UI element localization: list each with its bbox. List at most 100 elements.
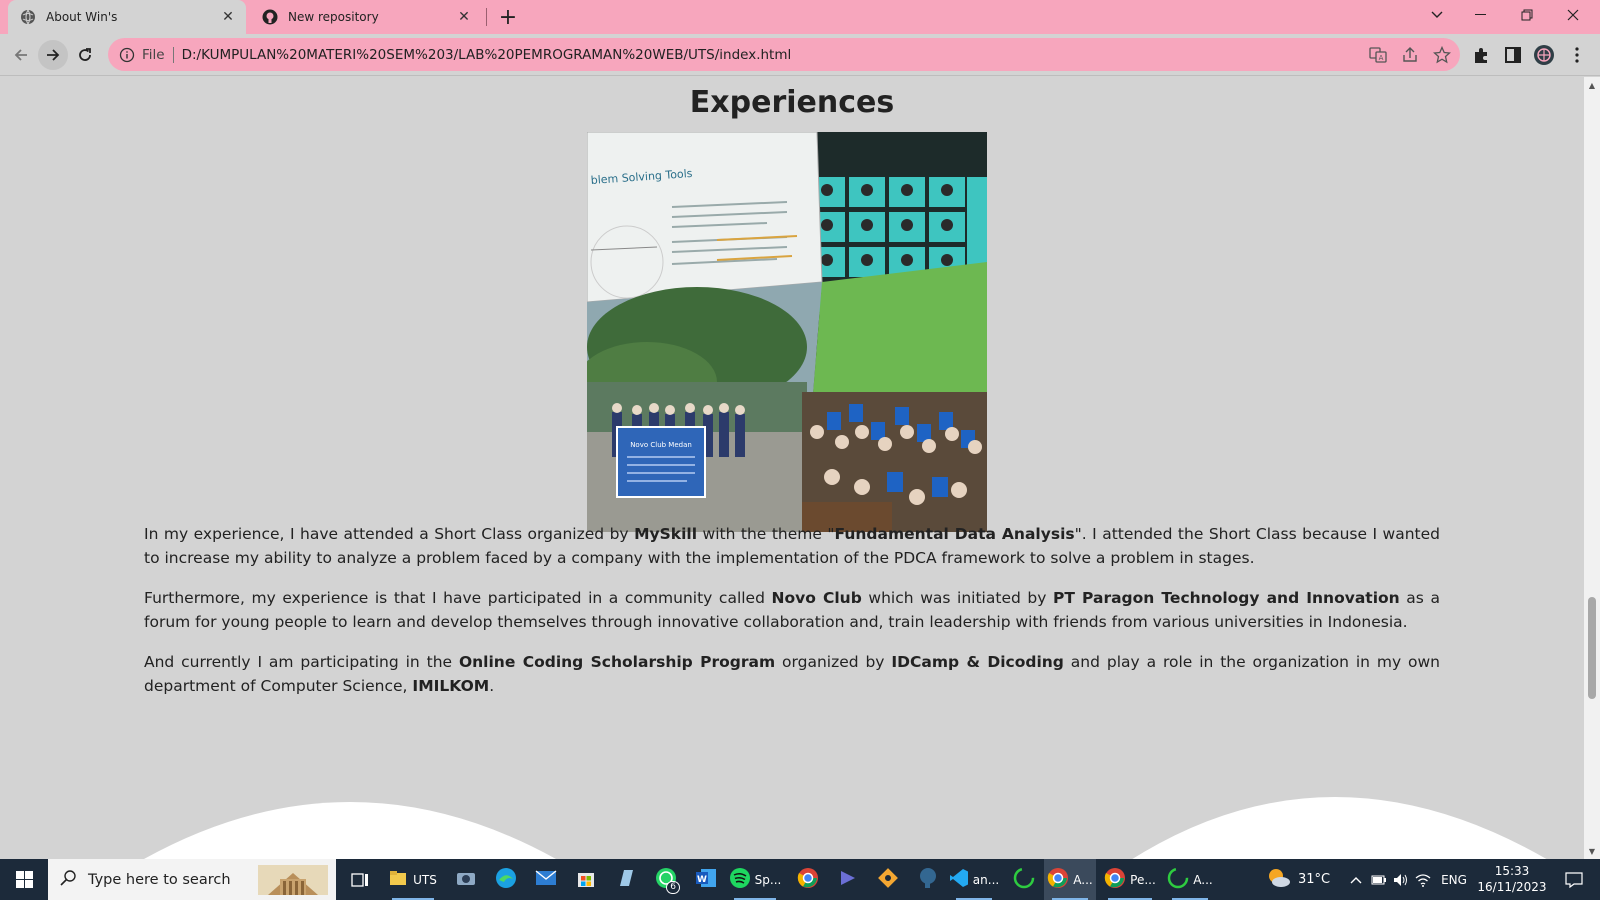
experiences-collage-image: blem Solving Tools Novo Club Medan [587,132,987,532]
github-icon [262,9,278,25]
page-viewport: Experiences blem Solving Tools Novo Club… [0,77,1584,859]
taskbar-app-mail[interactable] [526,859,566,900]
tab-separator [486,8,487,26]
new-tab-button[interactable]: + [496,5,520,30]
taskbar-app-generic[interactable] [828,859,868,900]
taskbar-app-uts-folder[interactable]: UTS [384,859,442,900]
camera-icon [456,870,476,889]
taskbar-app-chrome[interactable] [788,859,828,900]
taskbar-app-chrome-pe[interactable]: Pe... [1100,859,1160,900]
tab-search-chevron-icon[interactable] [1414,0,1460,30]
close-tab-icon[interactable]: ✕ [218,7,238,27]
scroll-up-icon[interactable]: ▲ [1588,81,1596,90]
kebab-menu-icon[interactable] [1566,44,1588,66]
word-icon: W [695,868,717,891]
bold-myskill: MySkill [634,525,698,543]
edge-icon [495,867,517,892]
whatsapp-badge: 6 [666,881,680,894]
decorative-waves [144,797,1547,859]
close-tab-icon[interactable]: ✕ [454,7,474,27]
weather-sun-cloud-icon [1266,867,1292,892]
tab-about-wins[interactable]: About Win's ✕ [8,0,246,34]
bookmark-star-icon[interactable] [1432,45,1452,65]
taskbar-app-loading-a[interactable]: A... [1164,859,1216,900]
taskbar-app-vscode[interactable]: an... [948,859,1000,900]
browser-toolbar: File D:/KUMPULAN%20MATERI%20SEM%203/LAB%… [0,34,1600,76]
windows-taskbar: Type here to search UTS 6 W Sp... an... … [0,859,1600,900]
volume-icon[interactable] [1390,859,1412,900]
store-icon [576,868,596,891]
clock-time: 15:33 [1494,864,1530,878]
paragraph-novo-club: Furthermore, my experience is that I hav… [144,589,1440,631]
loading-icon [1167,867,1189,892]
tab-strip: About Win's ✕ New repository ✕ + [0,0,1600,34]
tab-title: New repository [288,10,379,24]
side-panel-icon[interactable] [1502,44,1524,66]
page-scrollbar[interactable]: ▲ ▼ [1584,77,1600,859]
taskbar-app-spotify[interactable]: Sp... [726,859,784,900]
taskbar-app-edge[interactable] [486,859,526,900]
loading-icon [1013,867,1035,892]
translate-icon[interactable]: A [1368,45,1388,65]
search-highlight-icon [258,865,328,899]
back-button[interactable] [6,40,36,70]
taskbar-app-chrome-active[interactable]: A... [1044,859,1096,900]
close-window-button[interactable] [1550,0,1596,30]
url-scheme-label: File [142,46,165,63]
globe-icon [20,9,36,25]
taskbar-app-loading[interactable] [1004,859,1044,900]
paragraph-idcamp: And currently I am participating in the … [144,653,1441,695]
chrome-icon [1104,867,1126,892]
app-icon [838,868,858,891]
clock-date: 16/11/2023 [1477,880,1547,894]
weather-widget[interactable]: 31°C [1256,859,1340,900]
taskbar-app-git[interactable] [868,859,908,900]
scroll-down-icon[interactable]: ▼ [1588,847,1596,856]
battery-icon[interactable] [1368,859,1390,900]
bold-imilkom: IMILKOM [412,677,490,695]
section-title-experiences: Experiences [689,85,895,120]
tab-new-repository[interactable]: New repository ✕ [250,0,482,34]
profile-avatar-icon[interactable] [1533,44,1555,66]
url-text[interactable]: D:/KUMPULAN%20MATERI%20SEM%203/LAB%20PEM… [182,47,792,63]
chrome-icon [797,867,819,892]
bold-idcamp: IDCamp & Dicoding [891,653,1064,671]
reload-button[interactable] [70,40,100,70]
restore-button[interactable] [1504,0,1550,30]
taskbar-search-box[interactable]: Type here to search [48,859,336,900]
search-placeholder: Type here to search [88,871,231,888]
taskbar-app-notepad[interactable] [606,859,646,900]
scroll-thumb[interactable] [1588,597,1596,699]
banner-title: Novo Club Medan [630,441,692,449]
tray-overflow-chevron-icon[interactable] [1344,859,1368,900]
bold-theme: Fundamental Data Analysis [834,525,1075,543]
notification-center-icon[interactable] [1554,859,1594,900]
clock[interactable]: 15:33 16/11/2023 [1476,863,1548,895]
address-divider [172,46,174,63]
spotify-icon [729,867,751,892]
taskbar-app-postgres[interactable] [908,859,948,900]
paragraph-short-class: In my experience, I have attended a Shor… [144,525,1440,567]
forward-button[interactable] [38,40,68,70]
bold-program: Online Coding Scholarship Program [458,653,776,671]
extensions-puzzle-icon[interactable] [1470,44,1492,66]
minimize-button[interactable] [1458,0,1504,30]
taskbar-app-store[interactable] [566,859,606,900]
folder-icon [389,870,407,889]
svg-text:A: A [1379,54,1384,62]
address-bar[interactable]: File D:/KUMPULAN%20MATERI%20SEM%203/LAB%… [108,38,1460,71]
share-icon[interactable] [1400,45,1420,65]
windows-start-icon[interactable] [0,859,48,900]
task-view-icon[interactable] [340,859,380,900]
search-icon [60,869,76,890]
bold-paragon: PT Paragon Technology and Innovation [1053,589,1400,607]
postgres-icon [918,867,938,892]
tab-title: About Win's [46,10,118,24]
wifi-icon[interactable] [1412,859,1434,900]
taskbar-app-camera[interactable] [446,859,486,900]
taskbar-app-word[interactable]: W [686,859,726,900]
language-indicator[interactable]: ENG [1436,859,1472,900]
taskbar-app-whatsapp[interactable]: 6 [646,859,686,900]
git-icon [877,867,899,892]
info-icon[interactable] [118,46,136,64]
